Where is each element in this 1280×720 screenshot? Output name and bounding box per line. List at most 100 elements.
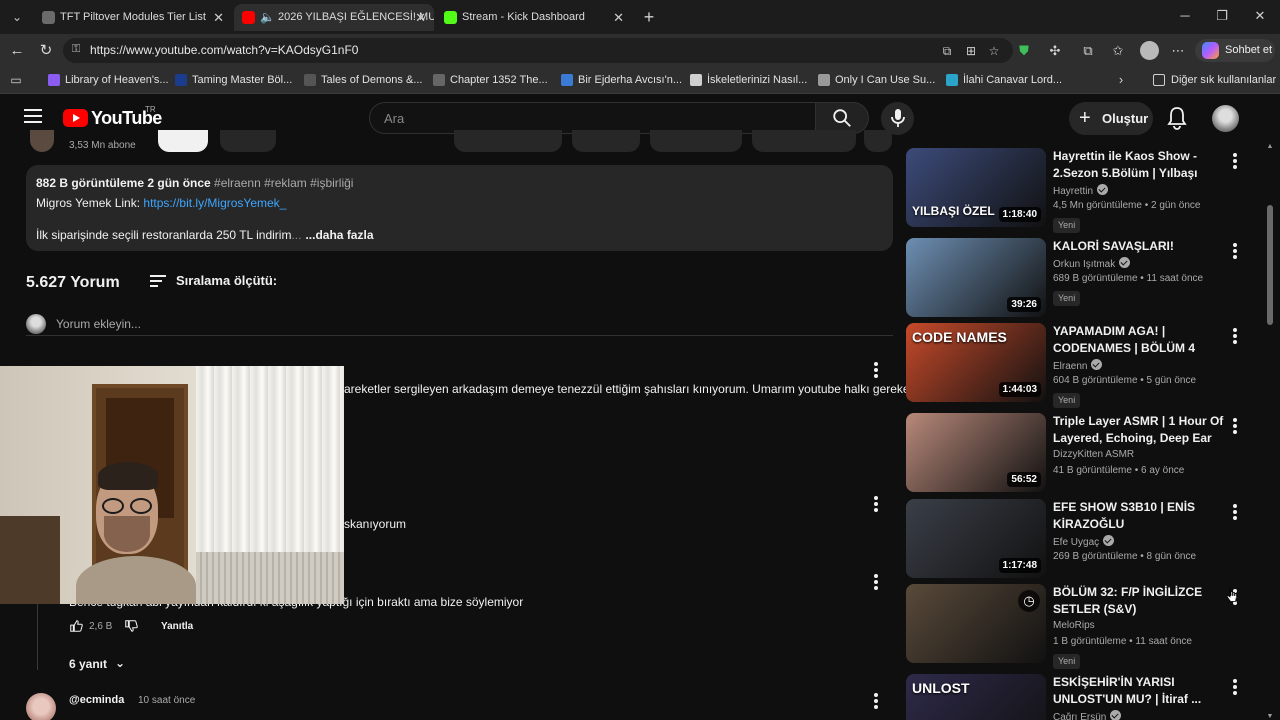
speaker-icon[interactable]: 🔈 bbox=[260, 4, 275, 31]
video-title[interactable]: YAPAMADIM AGA! | CODENAMES | BÖLÜM 4 bbox=[1053, 323, 1225, 357]
recommended-video[interactable]: 1:17:48 EFE SHOW S3B10 | ENİS KİRAZOĞLU Ef… bbox=[906, 499, 1256, 579]
show-more-button[interactable]: ...daha fazla bbox=[305, 228, 373, 242]
video-thumbnail[interactable]: 39:26 bbox=[906, 238, 1046, 317]
share-button[interactable] bbox=[572, 130, 640, 152]
reply-button[interactable]: Yanıtla bbox=[161, 621, 193, 632]
close-tab-icon[interactable]: ✕ bbox=[213, 4, 224, 31]
split-screen-icon[interactable]: ⧉ bbox=[1079, 42, 1097, 60]
channel-name[interactable]: Efe Uygaç bbox=[1053, 535, 1115, 548]
video-title[interactable]: Triple Layer ASMR | 1 Hour Of Layered, E… bbox=[1053, 413, 1225, 447]
membership-button[interactable] bbox=[220, 130, 276, 152]
minimize-icon[interactable]: ─ bbox=[1170, 4, 1200, 28]
back-arrow-icon[interactable]: ← bbox=[5, 39, 29, 63]
video-kebab-icon[interactable] bbox=[1228, 417, 1242, 435]
tab-actions-menu-button[interactable]: ⌄ bbox=[6, 6, 28, 28]
bookmark-item[interactable]: İlahi Canavar Lord... bbox=[946, 73, 1062, 88]
guide-menu-icon[interactable] bbox=[24, 109, 42, 123]
commenter-avatar[interactable] bbox=[26, 693, 56, 720]
collections-icon[interactable]: ▭ bbox=[7, 71, 25, 89]
other-favorites-folder[interactable]: Diğer sık kullanılanlar bbox=[1153, 73, 1276, 88]
description-tags[interactable]: #elraenn #reklam #işbirliği bbox=[214, 176, 353, 190]
scroll-down-icon[interactable]: ▼ bbox=[1266, 713, 1274, 720]
comment-kebab-icon[interactable] bbox=[869, 361, 883, 379]
bookmark-item[interactable]: Bir Ejderha Avcısı'n... bbox=[561, 73, 682, 88]
recommended-video[interactable]: 39:26 KALORİ SAVAŞLARI! Orkun Işıtmak 689 B… bbox=[906, 238, 1256, 318]
chevron-right-icon[interactable]: › bbox=[1112, 71, 1130, 89]
recommended-video[interactable]: YILBAŞI ÖZEL 1:18:40 Hayrettin ile Kaos Sh… bbox=[906, 148, 1256, 233]
like-dislike-button[interactable] bbox=[454, 130, 562, 152]
restore-icon[interactable]: ❐ bbox=[1207, 4, 1237, 28]
notifications-bell-icon[interactable] bbox=[1166, 106, 1188, 130]
video-kebab-icon[interactable] bbox=[1228, 503, 1242, 521]
tab-tft-tier-list[interactable]: TFT Piltover Modules Tier List ✕ bbox=[34, 4, 232, 31]
video-thumbnail[interactable]: CODE NAMES 1:44:03 bbox=[906, 323, 1046, 402]
reload-icon[interactable]: ↻ bbox=[34, 39, 58, 63]
comment-kebab-icon[interactable] bbox=[869, 573, 883, 591]
video-title[interactable]: Hayrettin ile Kaos Show - 2.Sezon 5.Bölü… bbox=[1053, 148, 1225, 182]
address-bar[interactable]: ⚿ https://www.youtube.com/watch?v=KAOdsy… bbox=[63, 38, 1013, 63]
extensions-puzzle-icon[interactable]: ✣ bbox=[1046, 42, 1064, 60]
thumbs-down-icon[interactable] bbox=[124, 619, 138, 633]
watch-later-icon[interactable]: ◷ bbox=[1018, 590, 1040, 612]
video-thumbnail[interactable]: 56:52 bbox=[906, 413, 1046, 492]
video-kebab-icon[interactable] bbox=[1228, 152, 1242, 170]
recommended-video[interactable]: ◷ BÖLÜM 32: F/P İNGİLİZCE SETLER (S&V) HA… bbox=[906, 584, 1256, 669]
channel-name[interactable]: Elraenn bbox=[1053, 359, 1103, 372]
comment-time[interactable]: 10 saat önce bbox=[138, 695, 195, 706]
site-info-icon[interactable]: ⚿ bbox=[72, 43, 80, 56]
scrollbar-thumb[interactable] bbox=[1267, 205, 1273, 325]
add-comment-field[interactable]: Yorum ekleyin... bbox=[26, 314, 893, 336]
shield-extension-icon[interactable]: ⛊ bbox=[1015, 42, 1033, 60]
video-thumbnail[interactable]: ◷ bbox=[906, 584, 1046, 663]
comment-kebab-icon[interactable] bbox=[869, 495, 883, 513]
video-title[interactable]: BÖLÜM 32: F/P İNGİLİZCE SETLER (S&V) HAN… bbox=[1053, 584, 1225, 618]
bookmark-item[interactable]: Chapter 1352 The... bbox=[433, 73, 548, 88]
channel-name[interactable]: Çağrı Ersün bbox=[1053, 710, 1122, 720]
save-button[interactable] bbox=[650, 130, 742, 152]
page-scrollbar[interactable]: ▲ ▼ bbox=[1265, 143, 1275, 720]
video-kebab-icon[interactable] bbox=[1228, 242, 1242, 260]
subscribe-button[interactable] bbox=[158, 130, 208, 152]
more-menu-icon[interactable]: ⋯ bbox=[1169, 42, 1187, 60]
channel-name[interactable]: Orkun Işıtmak bbox=[1053, 257, 1131, 270]
comment-author[interactable]: @ecminda bbox=[69, 694, 124, 706]
video-title[interactable]: KALORİ SAVAŞLARI! bbox=[1053, 238, 1225, 255]
account-avatar[interactable] bbox=[1212, 105, 1239, 132]
recommended-video[interactable]: CODE NAMES 1:44:03 YAPAMADIM AGA! | CODENA… bbox=[906, 323, 1256, 408]
sort-comments-button[interactable]: Sıralama ölçütü: bbox=[150, 272, 277, 292]
video-thumbnail[interactable]: 1:17:48 bbox=[906, 499, 1046, 578]
bookmark-item[interactable]: İskeletlerinizi Nasıl... bbox=[690, 73, 807, 88]
translate-icon[interactable]: ⧉ bbox=[938, 43, 956, 59]
scroll-up-icon[interactable]: ▲ bbox=[1266, 143, 1274, 150]
comment-kebab-icon[interactable] bbox=[869, 692, 883, 710]
favorites-icon[interactable]: ✩ bbox=[1109, 42, 1127, 60]
new-tab-button[interactable]: + bbox=[639, 6, 659, 28]
video-kebab-icon[interactable] bbox=[1228, 678, 1242, 696]
video-thumbnail[interactable]: YILBAŞI ÖZEL 1:18:40 bbox=[906, 148, 1046, 227]
recommended-video[interactable]: UNLOST ESKİŞEHİR'İN YARISI UNLOST'UN MU? … bbox=[906, 674, 1256, 720]
channel-avatar[interactable] bbox=[30, 130, 54, 152]
bookmark-item[interactable]: Only I Can Use Su... bbox=[818, 73, 935, 88]
close-window-icon[interactable]: ✕ bbox=[1245, 4, 1275, 28]
apps-icon[interactable]: ⊞ bbox=[962, 43, 980, 59]
description-box[interactable]: 882 B görüntüleme 2 gün önce #elraenn #r… bbox=[26, 165, 893, 251]
channel-name[interactable]: MeloRips bbox=[1053, 620, 1095, 631]
tab-kick-dashboard[interactable]: Stream - Kick Dashboard ✕ bbox=[436, 4, 632, 31]
video-kebab-icon[interactable] bbox=[1228, 327, 1242, 345]
bookmark-item[interactable]: Library of Heaven's... bbox=[48, 73, 169, 88]
video-title[interactable]: ESKİŞEHİR'İN YARISI UNLOST'UN MU? | İtir… bbox=[1053, 674, 1225, 708]
youtube-logo-icon[interactable] bbox=[63, 109, 88, 127]
tab-youtube-video[interactable]: 🔈 2026 YILBAŞI EĞLENCESİ! MU ✕ bbox=[234, 4, 434, 31]
url-text[interactable]: https://www.youtube.com/watch?v=KAOdsyG1… bbox=[90, 43, 358, 57]
thumbs-up-icon[interactable] bbox=[69, 619, 83, 633]
channel-name[interactable]: Hayrettin bbox=[1053, 184, 1109, 197]
create-button[interactable]: + Oluştur bbox=[1069, 102, 1153, 135]
clip-button[interactable] bbox=[752, 130, 856, 152]
migros-link[interactable]: https://bit.ly/MigrosYemek_ bbox=[143, 196, 286, 210]
close-tab-icon[interactable]: ✕ bbox=[613, 4, 624, 31]
more-actions-button[interactable] bbox=[864, 130, 892, 152]
recommended-video[interactable]: 56:52 Triple Layer ASMR | 1 Hour Of Layer… bbox=[906, 413, 1256, 493]
copilot-chat-button[interactable]: Sohbet et bbox=[1195, 39, 1275, 62]
favorite-star-icon[interactable]: ☆ bbox=[985, 43, 1003, 59]
bookmark-item[interactable]: Taming Master Böl... bbox=[175, 73, 292, 88]
